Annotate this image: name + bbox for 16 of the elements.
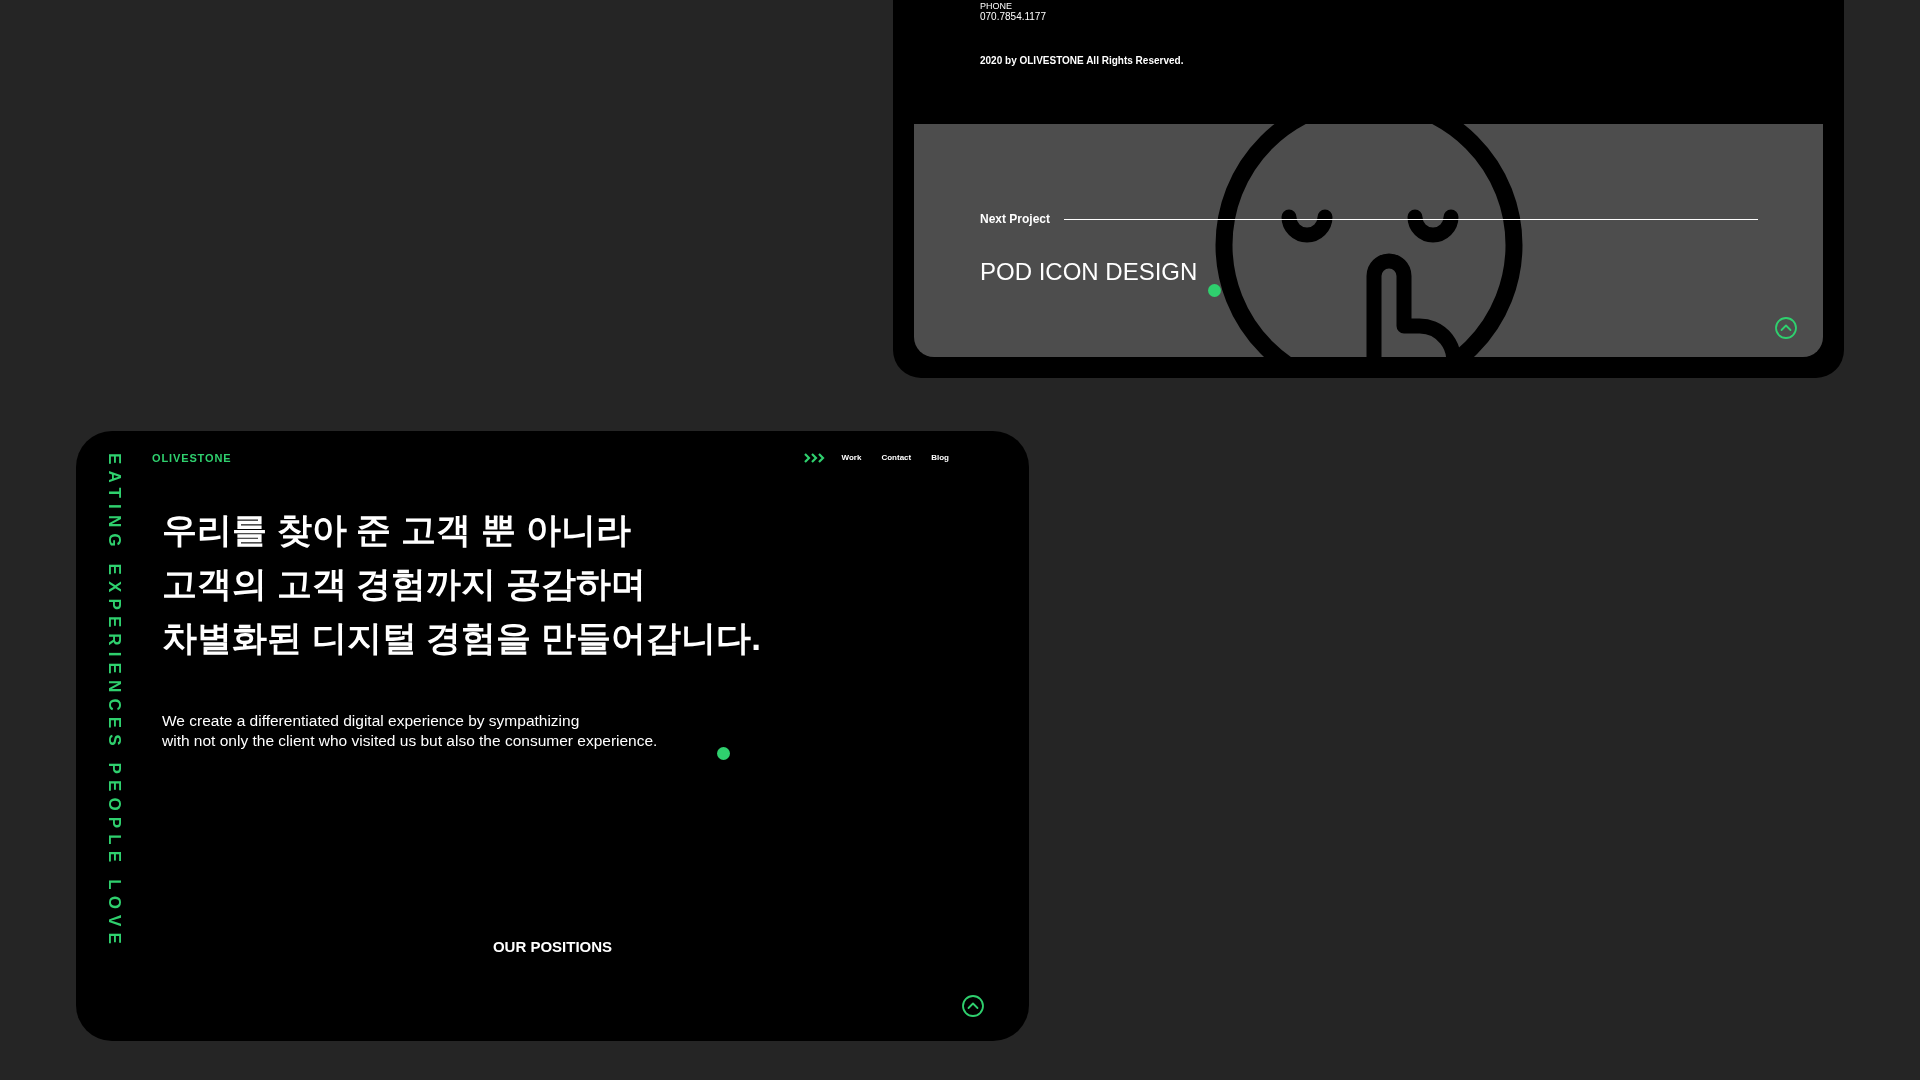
project-title[interactable]: POD ICON DESIGN: [980, 258, 1198, 285]
scroll-top-icon[interactable]: [961, 994, 985, 1018]
copyright-text: 2020 by OLIVESTONE All Rights Reserved.: [980, 54, 1185, 68]
vertical-tagline: EATING EXPERIENCES PEOPLE LOVE: [103, 453, 125, 950]
site-logo[interactable]: OLIVESTONE: [152, 449, 232, 467]
phone-label: PHONE: [980, 1, 1013, 11]
scroll-top-icon[interactable]: [1774, 316, 1798, 340]
intro-paragraph: We create a differentiated digital experience by sympathizing with not only the client who visited us but also the consumer experience.: [161, 711, 659, 751]
headline: 우리를 찾아 준 고객 뿐 아니라 고객의 고객 경험까지 공감하며 차별화된 디지털 경험을 만들어갑니다.: [161, 509, 762, 659]
nav-link[interactable]: Blog: [931, 452, 949, 464]
nav-link[interactable]: Work: [841, 452, 862, 464]
next-project-label: Next Project: [980, 211, 1051, 228]
phone-number: 070.7854.1177: [980, 11, 1047, 23]
nav-link[interactable]: Contact: [881, 452, 912, 464]
next-project-card[interactable]: Next Project POD ICON DESIGN: [914, 124, 1823, 357]
section-title: OUR POSITIONS: [492, 937, 613, 957]
